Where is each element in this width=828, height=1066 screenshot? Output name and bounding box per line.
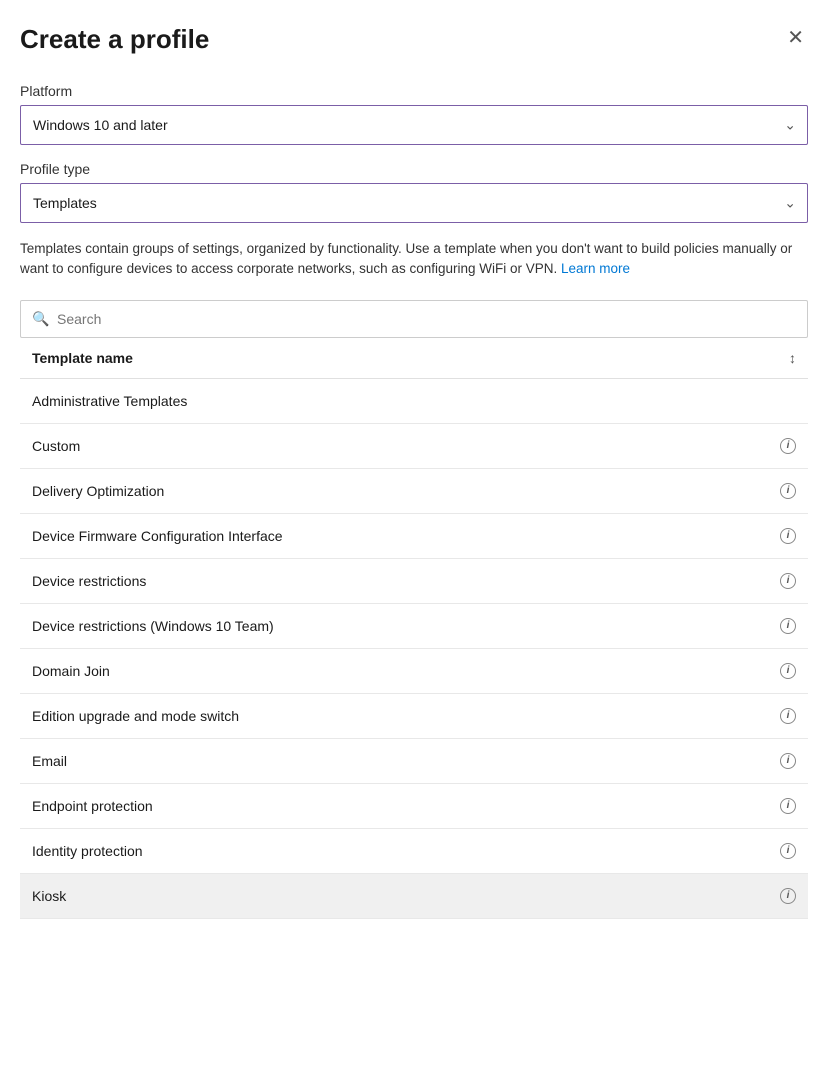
table-row-name: Custom bbox=[32, 438, 774, 454]
table-row[interactable]: Delivery Optimization i bbox=[20, 469, 808, 514]
info-icon[interactable]: i bbox=[780, 483, 796, 499]
learn-more-link[interactable]: Learn more bbox=[561, 261, 630, 276]
table-row[interactable]: Device restrictions i bbox=[20, 559, 808, 604]
search-input[interactable] bbox=[20, 300, 808, 338]
templates-table: Template name ↕ Administrative Templates… bbox=[20, 338, 808, 919]
info-icon[interactable]: i bbox=[780, 798, 796, 814]
description-body-text: Templates contain groups of settings, or… bbox=[20, 241, 792, 276]
table-row-name: Device restrictions (Windows 10 Team) bbox=[32, 618, 774, 634]
table-row-name: Edition upgrade and mode switch bbox=[32, 708, 774, 724]
info-icon[interactable]: i bbox=[780, 528, 796, 544]
panel-header: Create a profile ✕ bbox=[20, 24, 808, 55]
table-header-row: Template name ↕ bbox=[20, 338, 808, 379]
info-icon[interactable]: i bbox=[780, 438, 796, 454]
info-icon[interactable]: i bbox=[780, 708, 796, 724]
table-row-name: Kiosk bbox=[32, 888, 774, 904]
table-row-name: Device Firmware Configuration Interface bbox=[32, 528, 774, 544]
table-row[interactable]: Endpoint protection i bbox=[20, 784, 808, 829]
platform-select-wrapper: Windows 10 and laterWindows 8.1 and earl… bbox=[20, 105, 808, 145]
table-row[interactable]: Device restrictions (Windows 10 Team) i bbox=[20, 604, 808, 649]
info-icon[interactable]: i bbox=[780, 573, 796, 589]
profile-type-section: Profile type TemplatesSettings catalogEn… bbox=[20, 161, 808, 223]
table-row[interactable]: Emaili bbox=[20, 739, 808, 784]
table-row[interactable]: Customi bbox=[20, 424, 808, 469]
info-icon[interactable]: i bbox=[780, 663, 796, 679]
platform-label: Platform bbox=[20, 83, 808, 99]
table-row[interactable]: Device Firmware Configuration Interface i bbox=[20, 514, 808, 559]
profile-type-select-wrapper: TemplatesSettings catalogEndpoint securi… bbox=[20, 183, 808, 223]
table-row-name: Delivery Optimization bbox=[32, 483, 774, 499]
profile-type-label: Profile type bbox=[20, 161, 808, 177]
table-rows-container: Administrative TemplatesCustomiDelivery … bbox=[20, 379, 808, 919]
platform-section: Platform Windows 10 and laterWindows 8.1… bbox=[20, 83, 808, 145]
table-row-name: Device restrictions bbox=[32, 573, 774, 589]
template-name-column-header: Template name bbox=[32, 350, 133, 366]
info-icon[interactable]: i bbox=[780, 843, 796, 859]
table-row-name: Identity protection bbox=[32, 843, 774, 859]
info-icon[interactable]: i bbox=[780, 753, 796, 769]
table-row[interactable]: Domain Join i bbox=[20, 649, 808, 694]
platform-select[interactable]: Windows 10 and laterWindows 8.1 and earl… bbox=[20, 105, 808, 145]
sort-icon[interactable]: ↕ bbox=[789, 350, 796, 366]
table-row-name: Domain Join bbox=[32, 663, 774, 679]
close-icon: ✕ bbox=[787, 28, 804, 48]
search-wrapper: 🔍 bbox=[20, 300, 808, 338]
table-row[interactable]: Administrative Templates bbox=[20, 379, 808, 424]
table-row[interactable]: Kioski bbox=[20, 874, 808, 919]
close-button[interactable]: ✕ bbox=[783, 24, 808, 52]
table-row[interactable]: Identity protection i bbox=[20, 829, 808, 874]
table-row-name: Endpoint protection bbox=[32, 798, 774, 814]
table-row[interactable]: Edition upgrade and mode switch i bbox=[20, 694, 808, 739]
profile-type-select[interactable]: TemplatesSettings catalogEndpoint securi… bbox=[20, 183, 808, 223]
info-icon[interactable]: i bbox=[780, 888, 796, 904]
create-profile-panel: Create a profile ✕ Platform Windows 10 a… bbox=[0, 0, 828, 1066]
table-row-name: Email bbox=[32, 753, 774, 769]
table-row-name: Administrative Templates bbox=[32, 393, 796, 409]
templates-description: Templates contain groups of settings, or… bbox=[20, 239, 808, 280]
page-title: Create a profile bbox=[20, 24, 209, 55]
info-icon[interactable]: i bbox=[780, 618, 796, 634]
